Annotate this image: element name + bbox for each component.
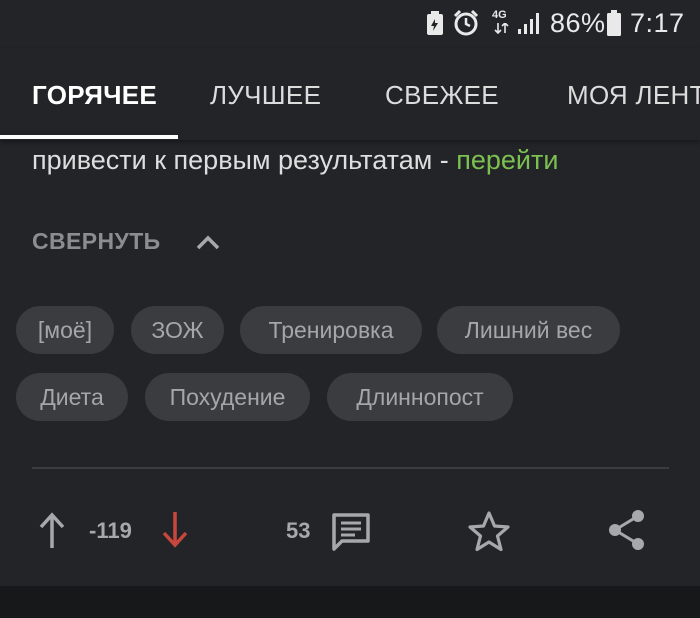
tab-my-feed[interactable]: МОЯ ЛЕНТА	[567, 80, 700, 111]
post-text: привести к первым результатам - перейти	[32, 145, 558, 176]
arrow-up-icon	[39, 512, 65, 548]
tab-best[interactable]: ЛУЧШЕЕ	[210, 80, 321, 111]
divider	[32, 467, 669, 469]
bottom-strip	[0, 586, 700, 618]
upvote-button[interactable]	[38, 510, 66, 550]
tag-chip[interactable]: [моё]	[16, 306, 114, 354]
comment-icon	[332, 513, 370, 551]
network-4g-icon: 4G	[492, 10, 512, 38]
rating: -119	[89, 518, 132, 543]
tag-chip[interactable]: Тренировка	[240, 306, 422, 354]
comments-count: 53	[286, 518, 311, 543]
share-button[interactable]	[606, 508, 648, 552]
tab-hot[interactable]: ГОРЯЧЕЕ	[32, 80, 157, 111]
post-link[interactable]: перейти	[456, 145, 558, 175]
app-screen: 4G 86% 7:17 ГОРЯЧЕЕ ЛУЧШЕЕ СВЕЖЕЕ МОЯ ЛЕ…	[0, 0, 700, 618]
tag-chip[interactable]: Похудение	[145, 373, 310, 421]
share-icon	[609, 510, 644, 550]
collapse-button[interactable]: СВЕРНУТЬ	[32, 228, 221, 255]
post-text-body: привести к первым результатам -	[32, 145, 457, 175]
signal-icon	[518, 8, 544, 38]
downvote-button[interactable]	[161, 510, 189, 550]
arrow-down-icon	[162, 512, 188, 548]
star-icon	[468, 511, 510, 552]
favorite-button[interactable]	[467, 510, 511, 552]
comments-button[interactable]	[330, 511, 372, 553]
battery-percent: 86%	[550, 7, 606, 38]
tab-bar: ГОРЯЧЕЕ ЛУЧШЕЕ СВЕЖЕЕ МОЯ ЛЕНТА	[0, 48, 700, 140]
clock: 7:17	[630, 7, 685, 38]
post-content: привести к первым результатам - перейти …	[0, 140, 700, 586]
tag-chip[interactable]: ЗОЖ	[131, 306, 224, 354]
tag-chip[interactable]: Лишний вес	[437, 306, 620, 354]
alarm-icon	[452, 8, 480, 38]
post-actions: -119 53	[0, 502, 700, 562]
tag-chip[interactable]: Длиннопост	[327, 373, 513, 421]
battery-saver-icon	[426, 8, 444, 38]
battery-icon	[606, 8, 622, 38]
status-bar: 4G 86% 7:17	[0, 0, 700, 48]
active-tab-indicator	[0, 135, 178, 139]
collapse-label: СВЕРНУТЬ	[32, 228, 161, 254]
tab-fresh[interactable]: СВЕЖЕЕ	[385, 80, 499, 111]
tag-chip[interactable]: Диета	[16, 373, 128, 421]
chevron-up-icon	[196, 235, 219, 249]
